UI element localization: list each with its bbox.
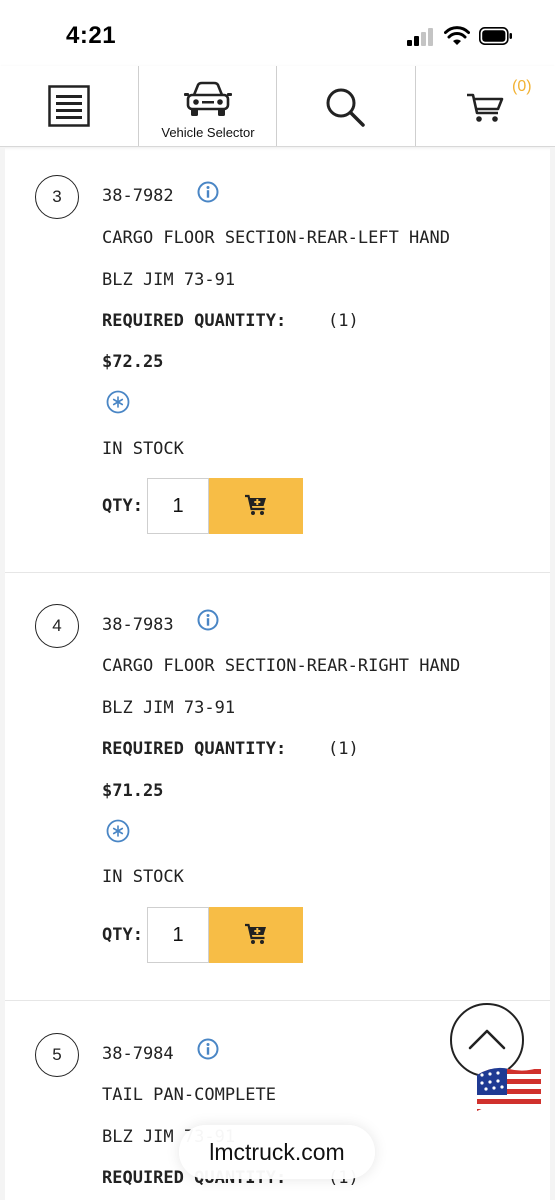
stock-status: IN STOCK (102, 439, 184, 459)
search-icon (326, 88, 365, 127)
item-number-badge: 3 (35, 175, 79, 219)
cellular-signal-icon (407, 28, 435, 46)
us-flag-icon[interactable] (473, 1065, 541, 1111)
battery-icon (479, 27, 512, 45)
required-quantity-label: REQUIRED QUANTITY: (102, 311, 287, 331)
vehicle-fitment: BLZ JIM 73-91 (102, 270, 236, 290)
required-quantity-value: (1) (328, 739, 359, 759)
search-button[interactable] (277, 66, 415, 146)
part-number: 38-7983 (102, 615, 174, 635)
vehicle-selector-button[interactable]: Vehicle Selector (139, 66, 277, 146)
snowflake-icon (106, 819, 130, 843)
quantity-input[interactable]: 1 (147, 478, 209, 534)
add-to-cart-icon (245, 923, 266, 944)
part-description: TAIL PAN-COMPLETE (102, 1085, 276, 1105)
snowflake-icon (106, 390, 130, 414)
item-divider (5, 572, 550, 573)
add-to-cart-icon (245, 494, 266, 515)
add-to-cart-button[interactable] (209, 907, 303, 963)
shopping-cart-icon (467, 93, 504, 122)
required-quantity-label: REQUIRED QUANTITY: (102, 739, 287, 759)
wifi-icon (444, 26, 470, 45)
car-icon (184, 81, 232, 116)
hamburger-menu-icon (48, 85, 90, 127)
cart-button[interactable] (416, 66, 555, 146)
item-divider (5, 1000, 550, 1001)
info-icon[interactable] (197, 181, 219, 203)
info-icon[interactable] (197, 1038, 219, 1060)
page-gutter-left (0, 147, 5, 1200)
required-quantity-value: (1) (328, 311, 359, 331)
vehicle-selector-label: Vehicle Selector (161, 125, 255, 140)
price: $71.25 (102, 781, 164, 801)
page-gutter-right (550, 147, 555, 1200)
status-bar: 4:21 (0, 0, 555, 66)
part-number: 38-7984 (102, 1044, 174, 1064)
qty-label: QTY: (102, 496, 143, 516)
add-to-cart-button[interactable] (209, 478, 303, 534)
item-number-badge: 5 (35, 1033, 79, 1077)
top-navigation: Vehicle Selector (0) (0, 66, 555, 147)
item-number-badge: 4 (35, 604, 79, 648)
quantity-input[interactable]: 1 (147, 907, 209, 963)
qty-label: QTY: (102, 925, 143, 945)
browser-url-bar[interactable]: lmctruck.com (179, 1125, 375, 1179)
part-description: CARGO FLOOR SECTION-REAR-RIGHT HAND (102, 656, 461, 676)
vehicle-fitment: BLZ JIM 73-91 (102, 698, 236, 718)
menu-button[interactable] (0, 66, 138, 146)
price: $72.25 (102, 352, 164, 372)
part-description: CARGO FLOOR SECTION-REAR-LEFT HAND (102, 228, 450, 248)
chevron-up-icon (468, 1029, 506, 1050)
info-icon[interactable] (197, 609, 219, 631)
status-time: 4:21 (66, 22, 117, 49)
stock-status: IN STOCK (102, 867, 184, 887)
cart-count-badge: (0) (512, 78, 532, 95)
part-number: 38-7982 (102, 186, 174, 206)
